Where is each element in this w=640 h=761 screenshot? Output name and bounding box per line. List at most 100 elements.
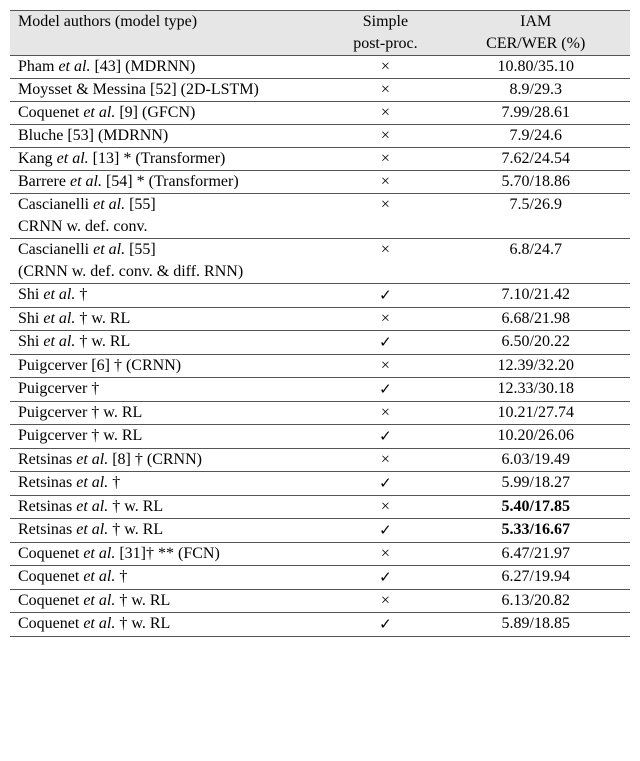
cell-author: Retsinas et al. [8] † (CRNN) (10, 449, 329, 472)
table-row: Coquenet et al. [31]† ** (FCN)×6.47/21.9… (10, 543, 630, 566)
cell-author: Shi et al. † w. RL (10, 331, 329, 355)
cell-postproc: × (329, 56, 441, 79)
cell-result: 6.8/24.7 (441, 239, 630, 262)
cell-result: 5.99/18.27 (441, 472, 630, 496)
cross-icon: × (381, 58, 390, 75)
table-row: Shi et al. †✓7.10/21.42 (10, 284, 630, 308)
table-row: Puigcerver †✓12.33/30.18 (10, 378, 630, 402)
col-result-header-2: CER/WER (%) (441, 33, 630, 56)
cross-icon: × (381, 150, 390, 167)
table-row: Pham et al. [43] (MDRNN) × 10.80/35.10 (10, 56, 630, 79)
cell-postproc-empty (329, 261, 441, 284)
cell-postproc: × (329, 171, 441, 194)
cell-postproc: × (329, 590, 441, 613)
table-row: Puigcerver [6] † (CRNN)×12.39/32.20 (10, 355, 630, 378)
check-icon: ✓ (379, 335, 392, 351)
table-header: Model authors (model type) Simple IAM po… (10, 11, 630, 56)
cross-icon: × (381, 498, 390, 515)
cell-author: Cascianelli et al. [55] (10, 194, 329, 217)
cell-postproc-empty (329, 216, 441, 239)
cell-result: 6.03/19.49 (441, 449, 630, 472)
cell-author: Coquenet et al. † (10, 566, 329, 590)
cell-result: 5.89/18.85 (441, 613, 630, 637)
cell-author: Coquenet et al. † w. RL (10, 613, 329, 637)
table-row: Coquenet et al. † w. RL×6.13/20.82 (10, 590, 630, 613)
cell-author-sub: CRNN w. def. conv. (10, 216, 329, 239)
table-row: Barrere et al. [54] * (Transformer) × 5.70… (10, 171, 630, 194)
cell-result: 10.20/26.06 (441, 425, 630, 449)
table-row: Shi et al. † w. RL×6.68/21.98 (10, 308, 630, 331)
cross-icon: × (381, 81, 390, 98)
table-row: Bluche [53] (MDRNN) × 7.9/24.6 (10, 125, 630, 148)
cell-result-empty (441, 216, 630, 239)
cell-postproc: ✓ (329, 472, 441, 496)
check-icon: ✓ (379, 617, 392, 633)
cell-result: 6.47/21.97 (441, 543, 630, 566)
cell-author: Bluche [53] (MDRNN) (10, 125, 329, 148)
table-row: Retsinas et al. † w. RL✓5.33/16.67 (10, 519, 630, 543)
cell-postproc: × (329, 125, 441, 148)
cell-postproc: × (329, 79, 441, 102)
table-body: Pham et al. [43] (MDRNN)×10.80/35.10Moys… (10, 56, 630, 637)
cell-author: Retsinas et al. † w. RL (10, 496, 329, 519)
cell-postproc: × (329, 102, 441, 125)
cell-result: 7.10/21.42 (441, 284, 630, 308)
cell-author: Kang et al. [13] * (Transformer) (10, 148, 329, 171)
cell-author: Coquenet et al. [9] (GFCN) (10, 102, 329, 125)
cell-author: Retsinas et al. † (10, 472, 329, 496)
cell-result: 12.39/32.20 (441, 355, 630, 378)
check-icon: ✓ (379, 476, 392, 492)
cell-author: Pham et al. [43] (MDRNN) (10, 56, 329, 79)
cell-result-empty (441, 261, 630, 284)
col-postproc-header-2: post-proc. (329, 33, 441, 56)
cell-author: Shi et al. † (10, 284, 329, 308)
table-row: Retsinas et al. † w. RL × 5.40/17.85 (10, 496, 630, 519)
cell-author: Coquenet et al. [31]† ** (FCN) (10, 543, 329, 566)
cell-author: Shi et al. † w. RL (10, 308, 329, 331)
cell-postproc: × (329, 496, 441, 519)
cell-postproc: ✓ (329, 613, 441, 637)
cell-result: 10.80/35.10 (441, 56, 630, 79)
cell-result: 10.21/27.74 (441, 402, 630, 425)
table-row: Retsinas et al. † ✓ 5.99/18.27 (10, 472, 630, 496)
cell-author: Puigcerver † w. RL (10, 402, 329, 425)
cell-author: Cascianelli et al. [55] (10, 239, 329, 262)
cross-icon: × (381, 196, 390, 213)
cell-postproc: ✓ (329, 519, 441, 543)
cell-result: 5.33/16.67 (441, 519, 630, 543)
cell-author: Puigcerver [6] † (CRNN) (10, 355, 329, 378)
cell-author: Coquenet et al. † w. RL (10, 590, 329, 613)
cell-result: 6.50/20.22 (441, 331, 630, 355)
table-row: Coquenet et al. † w. RL ✓ 5.89/18.85 (10, 613, 630, 637)
cell-result: 5.70/18.86 (441, 171, 630, 194)
cell-postproc: × (329, 449, 441, 472)
cross-icon: × (381, 127, 390, 144)
cell-result: 5.40/17.85 (441, 496, 630, 519)
check-icon: ✓ (379, 429, 392, 445)
cell-author: Puigcerver † w. RL (10, 425, 329, 449)
cell-postproc: ✓ (329, 566, 441, 590)
table-row: Puigcerver † w. RL ✓ 10.20/26.06 (10, 425, 630, 449)
table-row-sub: CRNN w. def. conv. (10, 216, 630, 239)
cell-postproc: ✓ (329, 378, 441, 402)
check-icon: ✓ (379, 523, 392, 539)
cross-icon: × (381, 241, 390, 258)
table-row: Kang et al. [13] * (Transformer) × 7.62/24… (10, 148, 630, 171)
check-icon: ✓ (379, 382, 392, 398)
check-icon: ✓ (379, 570, 392, 586)
cell-author: Barrere et al. [54] * (Transformer) (10, 171, 329, 194)
col-author-header-2 (10, 33, 329, 56)
cell-postproc: × (329, 148, 441, 171)
cell-result: 7.9/24.6 (441, 125, 630, 148)
cross-icon: × (381, 173, 390, 190)
cell-result: 7.62/24.54 (441, 148, 630, 171)
cell-postproc: × (329, 308, 441, 331)
col-result-header-1: IAM (441, 11, 630, 34)
cell-result: 6.27/19.94 (441, 566, 630, 590)
table-row: Cascianelli et al. [55]×7.5/26.9 (10, 194, 630, 217)
cell-author-sub: (CRNN w. def. conv. & diff. RNN) (10, 261, 329, 284)
cell-postproc: ✓ (329, 425, 441, 449)
cell-postproc: ✓ (329, 331, 441, 355)
table-row-sub: (CRNN w. def. conv. & diff. RNN) (10, 261, 630, 284)
cell-postproc: × (329, 239, 441, 262)
